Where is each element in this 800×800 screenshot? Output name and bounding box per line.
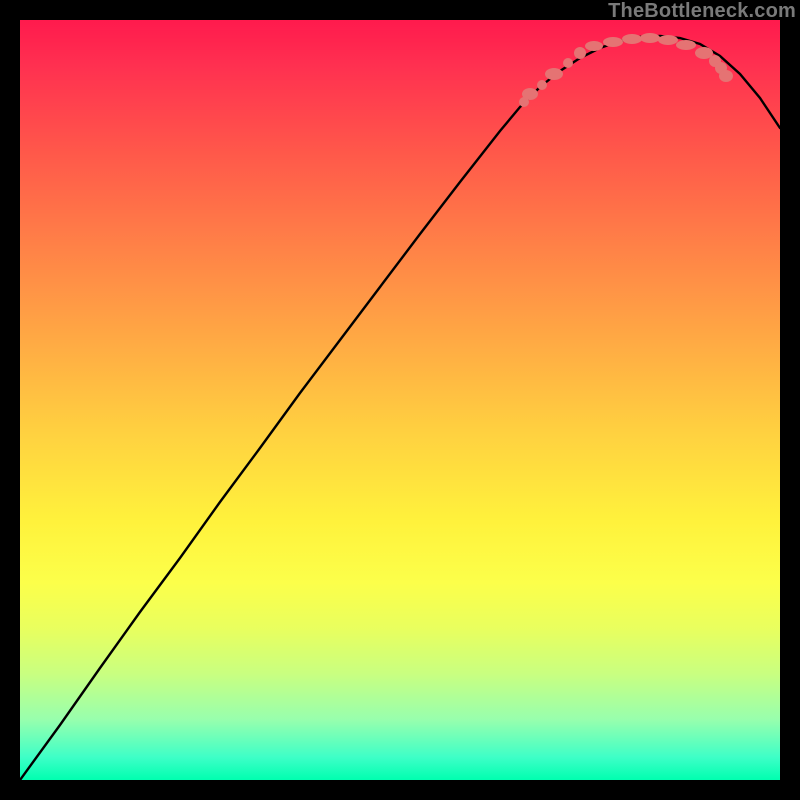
marker-dot	[658, 35, 678, 45]
curve-layer	[20, 20, 780, 780]
marker-dot	[545, 68, 563, 80]
marker-dot	[537, 80, 547, 90]
bottleneck-curve	[20, 36, 780, 780]
marker-dot	[695, 47, 713, 59]
marker-dot	[622, 34, 642, 44]
marker-dot	[676, 40, 696, 50]
plot-area	[20, 20, 780, 780]
marker-dot	[585, 41, 603, 51]
marker-dot	[603, 37, 623, 47]
marker-dot	[640, 33, 660, 43]
watermark-text: TheBottleneck.com	[608, 0, 796, 23]
marker-dot	[719, 70, 733, 82]
marker-dot	[574, 47, 586, 59]
marker-dot	[522, 88, 538, 100]
chart-frame: TheBottleneck.com	[0, 0, 800, 800]
marker-dot	[563, 58, 573, 68]
